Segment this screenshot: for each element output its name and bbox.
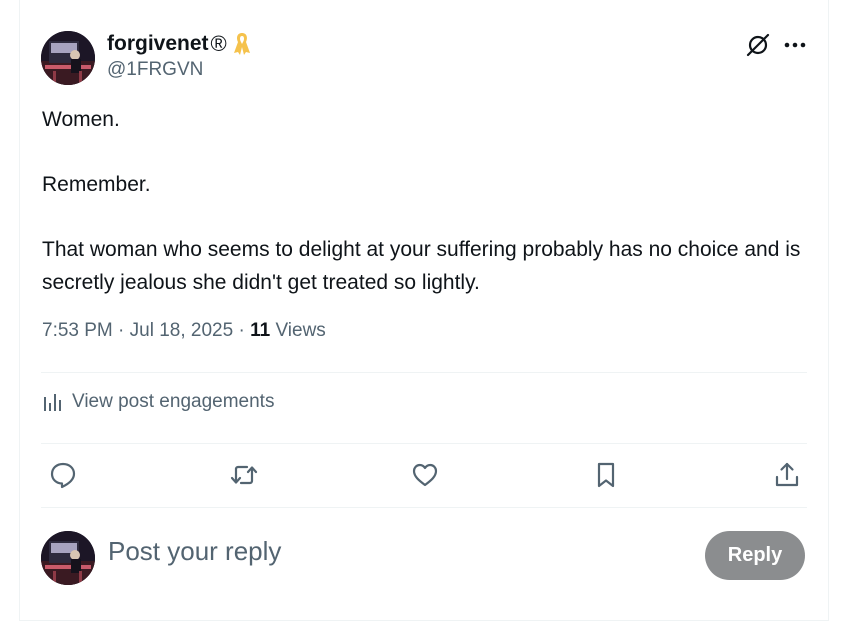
avatar-image xyxy=(41,31,95,85)
author-display-name[interactable]: forgivenet ® xyxy=(107,31,253,57)
tweet-card: forgivenet ® @1FRGVN Women. Remember. Tha… xyxy=(19,0,829,621)
tweet-meta: 7:53 PM · Jul 18, 2025 · 11 Views xyxy=(42,320,326,342)
tweet-date[interactable]: Jul 18, 2025 xyxy=(130,320,234,341)
bookmark-action-button[interactable] xyxy=(591,460,621,490)
meta-separator: · xyxy=(112,320,130,341)
divider xyxy=(41,443,807,444)
heart-icon xyxy=(412,463,438,487)
current-user-avatar[interactable] xyxy=(41,531,95,585)
more-icon[interactable] xyxy=(782,33,808,57)
view-engagements-label: View post engagements xyxy=(72,391,275,412)
tweet-paragraph: Women. xyxy=(42,108,120,131)
retweet-icon xyxy=(230,465,258,485)
share-action-button[interactable] xyxy=(772,460,802,490)
tweet-text: Women. Remember. That woman who seems to… xyxy=(42,103,802,299)
bar-chart-icon xyxy=(44,394,61,411)
view-engagements-link[interactable]: View post engagements xyxy=(42,391,274,413)
tweet-time[interactable]: 7:53 PM xyxy=(42,320,113,341)
tweet-paragraph: Remember. xyxy=(42,173,151,196)
share-icon xyxy=(775,462,799,487)
divider xyxy=(41,507,807,508)
avatar-image xyxy=(41,531,95,585)
reply-button[interactable]: Reply xyxy=(705,531,805,580)
reply-icon xyxy=(50,462,76,489)
meta-separator: · xyxy=(233,320,251,341)
tweet-paragraph: That woman who seems to delight at your … xyxy=(42,238,801,294)
bookmark-icon xyxy=(597,462,615,488)
registered-mark: ® xyxy=(210,31,227,56)
author-handle[interactable]: @1FRGVN xyxy=(107,59,203,81)
awareness-ribbon-icon xyxy=(233,33,250,55)
views-label: Views xyxy=(275,320,326,341)
views-count: 11 xyxy=(250,320,271,341)
retweet-action-button[interactable] xyxy=(229,460,259,490)
like-action-button[interactable] xyxy=(410,460,440,490)
reply-input[interactable]: Post your reply xyxy=(108,536,281,567)
grok-icon[interactable] xyxy=(745,32,771,58)
author-avatar[interactable] xyxy=(41,31,95,85)
reply-action-button[interactable] xyxy=(48,460,78,490)
divider xyxy=(41,372,807,373)
display-name-text: forgivenet xyxy=(107,32,209,55)
